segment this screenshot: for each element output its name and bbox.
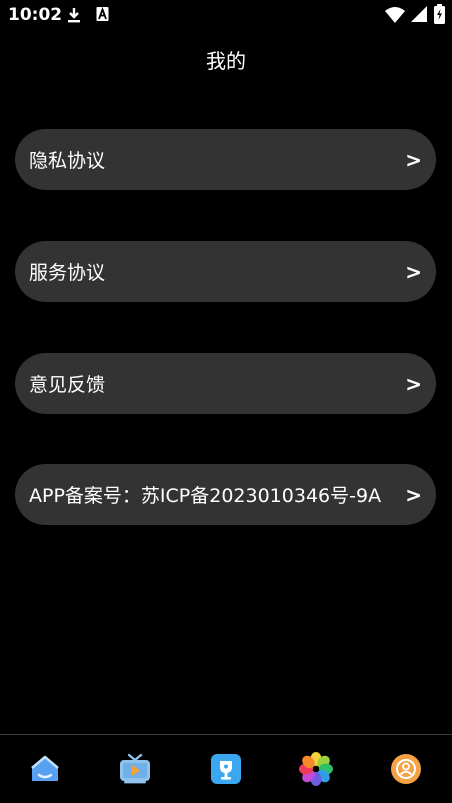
trophy-icon (211, 754, 241, 784)
download-icon (66, 6, 82, 28)
wifi-icon (384, 6, 406, 28)
app-filing-number-item[interactable]: APP备案号：苏ICP备2023010346号-9A > (15, 464, 436, 525)
tab-video[interactable] (117, 751, 153, 787)
font-a-icon (96, 6, 109, 26)
tab-discover[interactable] (298, 751, 334, 787)
chevron-right-icon: > (405, 482, 422, 507)
service-agreement-item[interactable]: 服务协议 > (15, 241, 436, 302)
battery-charging-icon (434, 4, 445, 28)
menu-item-label: 服务协议 (29, 262, 106, 284)
feedback-item[interactable]: 意见反馈 > (15, 353, 436, 414)
privacy-policy-item[interactable]: 隐私协议 > (15, 129, 436, 190)
tab-ranking[interactable] (208, 751, 244, 787)
bottom-tab-bar (0, 735, 452, 803)
chevron-right-icon: > (405, 147, 422, 172)
status-bar: 10:02 (0, 0, 452, 30)
tab-profile[interactable] (388, 751, 424, 787)
chevron-right-icon: > (405, 371, 422, 396)
tab-home[interactable] (27, 751, 63, 787)
signal-icon (410, 5, 428, 27)
page-title: 我的 (206, 49, 246, 73)
tv-play-icon (120, 753, 150, 784)
flower-icon (299, 752, 333, 786)
menu-item-label: APP备案号：苏ICP备2023010346号-9A (29, 485, 382, 507)
home-icon (31, 755, 59, 781)
profile-icon (391, 754, 421, 784)
status-time: 10:02 (8, 5, 63, 25)
menu-item-label: 意见反馈 (29, 374, 106, 396)
chevron-right-icon: > (405, 259, 422, 284)
menu-item-label: 隐私协议 (29, 150, 106, 172)
